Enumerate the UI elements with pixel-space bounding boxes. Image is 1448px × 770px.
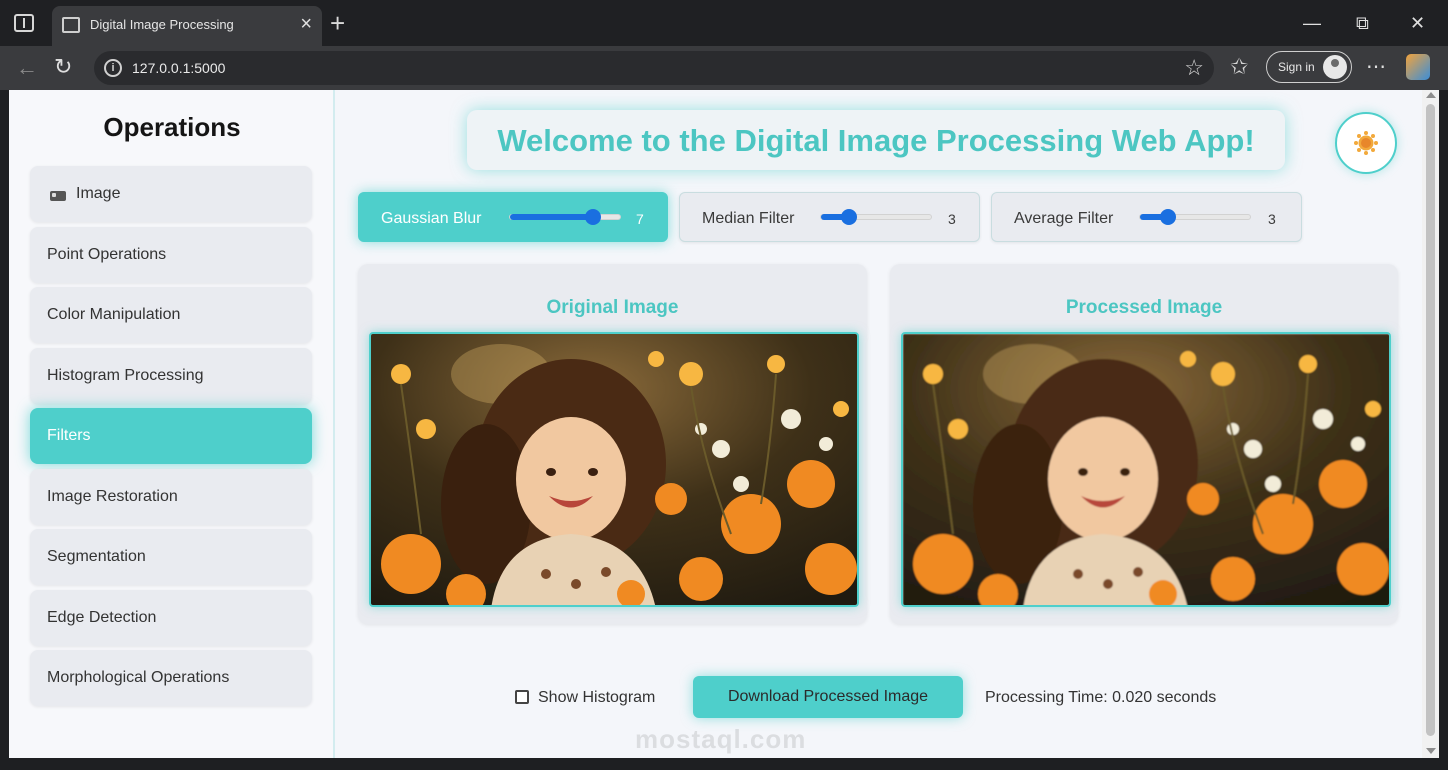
show-histogram-label[interactable]: Show Histogram [538, 689, 655, 707]
welcome-banner: Welcome to the Digital Image Processing … [467, 110, 1285, 170]
favorites-icon[interactable]: ✩ [1230, 54, 1248, 80]
window-bottom-edge [0, 758, 1448, 770]
gaussian-blur-label: Gaussian Blur [381, 210, 482, 227]
slider-thumb[interactable] [840, 209, 857, 225]
main-content: Welcome to the Digital Image Processing … [335, 90, 1422, 758]
close-window-button[interactable]: ✕ [1410, 12, 1425, 34]
slider-thumb[interactable] [584, 209, 601, 225]
gaussian-blur-slider[interactable] [509, 209, 621, 225]
sidebar-item-filters[interactable]: Filters [30, 408, 312, 464]
sidebar-item-label: Edge Detection [47, 609, 157, 626]
sidebar-item-point-operations[interactable]: Point Operations [30, 227, 312, 283]
theme-toggle-button[interactable] [1335, 112, 1397, 174]
browser-titlebar: Digital Image Processing × + — ⧉ ✕ [0, 0, 1448, 46]
processed-image [901, 332, 1391, 607]
tab-favicon-icon [62, 17, 80, 33]
download-processed-image-button[interactable]: Download Processed Image [693, 676, 963, 718]
processing-time: Processing Time: 0.020 seconds [985, 689, 1217, 706]
new-tab-button[interactable]: + [330, 8, 345, 38]
back-arrow-icon[interactable]: ← [16, 55, 38, 81]
site-info-icon[interactable]: i [104, 59, 122, 77]
girl-photo-illustration [371, 334, 857, 605]
processed-image-panel: Processed Image [890, 264, 1398, 624]
median-filter-slider[interactable] [820, 209, 932, 225]
sign-in-label: Sign in [1278, 60, 1315, 74]
slider-thumb[interactable] [1159, 209, 1176, 225]
address-bar[interactable]: i 127.0.0.1:5000 ☆ [94, 51, 1214, 85]
url-text[interactable]: 127.0.0.1:5000 [132, 60, 225, 76]
sidebar-title: Operations [103, 112, 241, 142]
sidebar-item-segmentation[interactable]: Segmentation [30, 529, 312, 585]
sidebar-item-label: Point Operations [47, 246, 167, 263]
scroll-thumb[interactable] [1426, 104, 1435, 736]
browser-tab[interactable]: Digital Image Processing × [52, 6, 322, 46]
window-menu-icon[interactable] [14, 14, 34, 32]
average-filter-slider[interactable] [1139, 209, 1251, 225]
page-viewport: Operations Image Point Operations Color … [9, 90, 1422, 758]
sidebar-item-histogram-processing[interactable]: Histogram Processing [30, 348, 312, 404]
sidebar-item-label: Histogram Processing [47, 367, 204, 384]
image-icon [50, 191, 66, 201]
more-menu-icon[interactable]: ⋯ [1366, 54, 1386, 79]
original-image [369, 332, 859, 607]
minimize-button[interactable]: — [1303, 12, 1321, 34]
slider-fill [510, 214, 593, 220]
sidebar-item-label: Image Restoration [47, 488, 178, 505]
sidebar-item-label: Morphological Operations [47, 669, 230, 686]
copilot-icon[interactable] [1406, 54, 1430, 80]
sidebar-item-label: Image [76, 185, 121, 202]
scroll-down-arrow-icon[interactable] [1426, 748, 1436, 754]
sidebar-item-label: Color Manipulation [47, 306, 181, 323]
page-scrollbar[interactable] [1422, 90, 1439, 758]
profile-avatar-icon [1323, 55, 1347, 79]
maximize-button[interactable]: ⧉ [1356, 12, 1369, 34]
sign-in-button[interactable]: Sign in [1266, 51, 1352, 83]
sidebar-item-morphological-operations[interactable]: Morphological Operations [30, 650, 312, 706]
page-title: Welcome to the Digital Image Processing … [497, 123, 1255, 158]
original-image-panel: Original Image [358, 264, 867, 624]
watermark: mostaql.com [635, 724, 807, 754]
favorite-star-icon[interactable]: ☆ [1184, 55, 1204, 81]
sidebar-item-image-restoration[interactable]: Image Restoration [30, 469, 312, 525]
average-filter-value: 3 [1268, 211, 1276, 227]
sidebar-item-image[interactable]: Image [30, 166, 312, 222]
tab-close-icon[interactable]: × [300, 13, 312, 35]
girl-photo-illustration [903, 334, 1389, 605]
sidebar-item-edge-detection[interactable]: Edge Detection [30, 590, 312, 646]
original-image-title: Original Image [546, 297, 679, 318]
tab-title: Digital Image Processing [90, 17, 234, 32]
sun-icon [1354, 131, 1378, 155]
average-filter-control[interactable]: Average Filter 3 [991, 192, 1302, 242]
operations-sidebar: Operations Image Point Operations Color … [9, 90, 335, 758]
sidebar-item-label: Segmentation [47, 548, 146, 565]
processed-image-title: Processed Image [1065, 297, 1223, 318]
gaussian-blur-value: 7 [636, 211, 644, 227]
median-filter-value: 3 [948, 211, 956, 227]
sidebar-item-color-manipulation[interactable]: Color Manipulation [30, 287, 312, 343]
reload-icon[interactable]: ↻ [54, 54, 72, 80]
gaussian-blur-control[interactable]: Gaussian Blur 7 [358, 192, 668, 242]
median-filter-label: Median Filter [702, 210, 795, 227]
scroll-up-arrow-icon[interactable] [1426, 92, 1436, 98]
average-filter-label: Average Filter [1014, 210, 1114, 227]
median-filter-control[interactable]: Median Filter 3 [679, 192, 980, 242]
sidebar-item-label: Filters [47, 427, 91, 444]
browser-toolbar: ← ↻ i 127.0.0.1:5000 ☆ ✩ Sign in ⋯ [0, 46, 1448, 90]
show-histogram-checkbox[interactable] [515, 690, 529, 704]
